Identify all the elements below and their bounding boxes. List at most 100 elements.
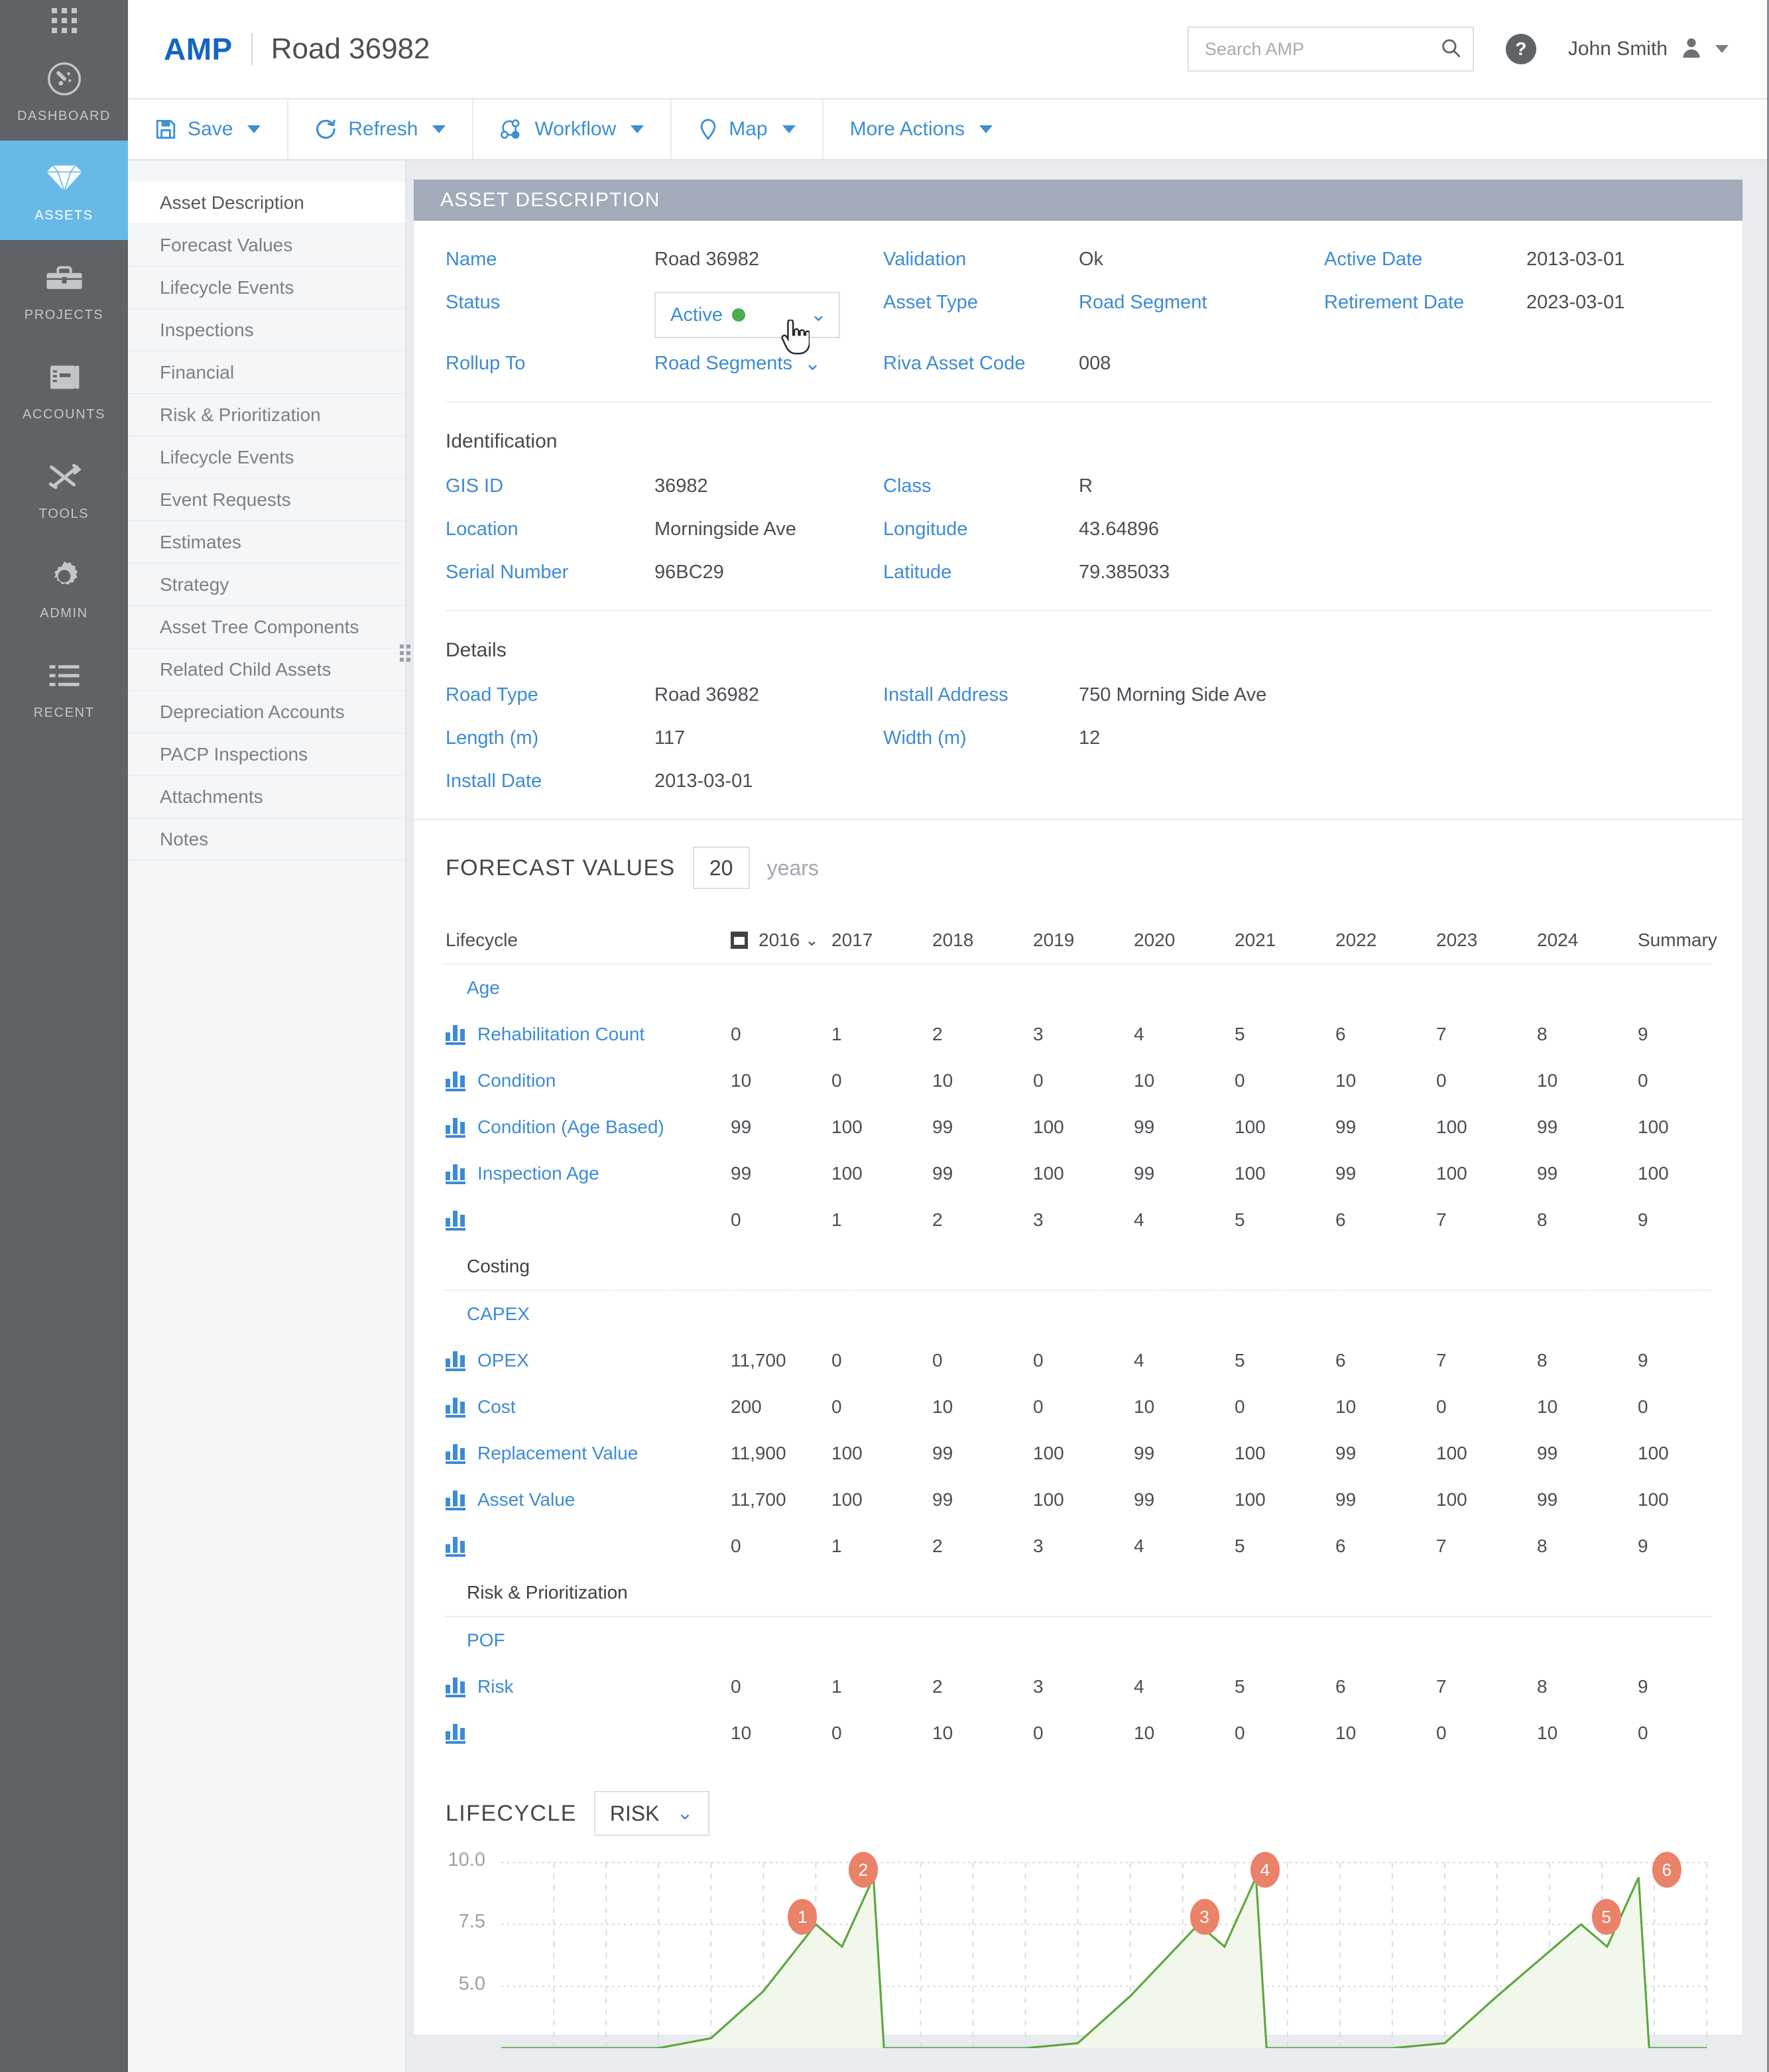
sidebar-item-attachments[interactable]: Attachments: [128, 776, 405, 818]
sidebar-item-assets[interactable]: ASSETS: [0, 141, 128, 240]
lifecycle-chart: 1 2 3 4 5 6 10.0 7.5 5.0: [414, 1836, 1742, 2048]
help-icon[interactable]: ?: [1505, 34, 1536, 64]
row-label[interactable]: Risk: [477, 1676, 513, 1697]
sidebar-item-dashboard[interactable]: DASHBOARD: [0, 41, 128, 141]
bar-chart-icon[interactable]: [446, 1117, 465, 1138]
chevron-down-icon[interactable]: ⌄: [810, 305, 827, 325]
bar-chart-icon[interactable]: [446, 1443, 465, 1464]
chevron-down-icon[interactable]: [432, 125, 446, 133]
table-cell: 6: [1335, 1350, 1346, 1371]
chevron-down-icon[interactable]: [782, 125, 796, 133]
asset-type-value[interactable]: Road Segment: [1079, 292, 1207, 314]
sidebar-item-forecast-values[interactable]: Forecast Values: [128, 224, 405, 267]
group-label: Costing: [467, 1256, 530, 1276]
asset-subnav-list: Asset Description Forecast Values Lifecycl…: [128, 160, 405, 861]
longitude-value: 43.64896: [1079, 518, 1159, 540]
table-cell: 5: [1235, 1536, 1245, 1556]
search-icon[interactable]: [1439, 36, 1462, 62]
search-box[interactable]: [1187, 27, 1474, 72]
sidebar-item-accounts[interactable]: ACCOUNTS: [0, 339, 128, 439]
chevron-down-icon[interactable]: ⌄: [676, 1803, 693, 1823]
details-title: Details: [446, 639, 507, 661]
chevron-down-icon[interactable]: ⌄: [805, 931, 818, 950]
save-label: Save: [188, 118, 233, 140]
forecast-header: FORECAST VALUES 20 years: [414, 820, 1742, 889]
more-actions-button[interactable]: More Actions: [823, 99, 1019, 159]
table-cell: 7: [1436, 1024, 1447, 1044]
table-cell: 3: [1033, 1024, 1044, 1044]
brand-logo[interactable]: AMP: [164, 31, 233, 67]
sidebar-item-projects[interactable]: PROJECTS: [0, 240, 128, 339]
sidebar-item-notes[interactable]: Notes: [128, 818, 405, 861]
chevron-down-icon[interactable]: [979, 125, 993, 133]
table-cell: 8: [1537, 1209, 1548, 1230]
table-cell-summary: 100: [1638, 1117, 1669, 1137]
row-label[interactable]: Cost: [477, 1396, 516, 1418]
sidebar-item-inspections[interactable]: Inspections: [128, 309, 405, 351]
sidebar-item-admin[interactable]: ADMIN: [0, 538, 128, 638]
panel-resize-handle[interactable]: [400, 644, 410, 662]
group-label[interactable]: Age: [446, 977, 500, 999]
table-cell: 200: [731, 1396, 762, 1417]
chevron-down-icon[interactable]: [1715, 45, 1729, 53]
row-label[interactable]: OPEX: [477, 1350, 529, 1371]
bar-chart-icon[interactable]: [446, 1489, 465, 1510]
sidebar-item-financial[interactable]: Financial: [128, 351, 405, 394]
sidebar-item-lifecycle-events[interactable]: Lifecycle Events: [128, 267, 405, 309]
bar-chart-icon[interactable]: [446, 1676, 465, 1697]
app-grid-icon[interactable]: [0, 0, 128, 41]
row-label[interactable]: Condition (Age Based): [477, 1117, 664, 1138]
sidebar-item-strategy[interactable]: Strategy: [128, 564, 405, 606]
sidebar-item-pacp-inspections[interactable]: PACP Inspections: [128, 733, 405, 776]
sidebar-item-recent[interactable]: RECENT: [0, 638, 128, 737]
lifecycle-metric-value: RISK: [609, 1801, 660, 1825]
table-cell: 100: [1033, 1489, 1064, 1510]
table-cell: 10: [932, 1396, 953, 1417]
lifecycle-area-chart[interactable]: [446, 1856, 1711, 2048]
search-input[interactable]: [1204, 38, 1439, 60]
bar-chart-icon[interactable]: [446, 1396, 465, 1418]
avatar: [1679, 36, 1703, 63]
status-select[interactable]: Active ⌄: [654, 292, 840, 338]
sidebar-item-depreciation-accounts[interactable]: Depreciation Accounts: [128, 691, 405, 733]
column-header-year[interactable]: 2016 ⌄: [731, 930, 831, 951]
bar-chart-icon[interactable]: [446, 1723, 465, 1744]
longitude-label: Longitude: [883, 518, 968, 540]
row-label[interactable]: Condition: [477, 1070, 556, 1091]
row-label[interactable]: Inspection Age: [477, 1163, 599, 1184]
bar-chart-icon[interactable]: [446, 1163, 465, 1184]
sidebar-item-estimates[interactable]: Estimates: [128, 521, 405, 564]
lifecycle-metric-select[interactable]: RISK ⌄: [593, 1791, 709, 1836]
refresh-button[interactable]: Refresh: [288, 99, 474, 159]
map-button[interactable]: Map: [672, 99, 823, 159]
group-label[interactable]: POF: [446, 1630, 505, 1651]
bar-chart-icon[interactable]: [446, 1209, 465, 1231]
bar-chart-icon[interactable]: [446, 1350, 465, 1371]
table-group-row: Costing: [446, 1243, 1711, 1290]
group-label[interactable]: CAPEX: [446, 1304, 530, 1325]
sidebar-item-risk-prioritization[interactable]: Risk & Prioritization: [128, 394, 405, 436]
field-row: Install Date 2013-03-01: [446, 770, 1711, 792]
chevron-down-icon[interactable]: [631, 125, 644, 133]
bar-chart-icon[interactable]: [446, 1070, 465, 1091]
table-cell: 0: [1033, 1396, 1044, 1417]
chevron-down-icon[interactable]: [247, 125, 261, 133]
field-row: Location Morningside Ave Longitude 43.64…: [446, 518, 1711, 540]
sidebar-item-related-child-assets[interactable]: Related Child Assets: [128, 648, 405, 691]
gis-id-label: GIS ID: [446, 475, 504, 497]
bar-chart-icon[interactable]: [446, 1536, 465, 1557]
forecast-years-input[interactable]: 20: [692, 847, 750, 889]
user-menu[interactable]: John Smith: [1568, 36, 1729, 63]
sidebar-item-asset-tree-components[interactable]: Asset Tree Components: [128, 606, 405, 648]
row-label[interactable]: Replacement Value: [477, 1443, 638, 1464]
sidebar-item-tools[interactable]: TOOLS: [0, 439, 128, 538]
row-label[interactable]: Asset Value: [477, 1489, 575, 1510]
table-cell-summary: 0: [1638, 1723, 1648, 1743]
row-label[interactable]: Rehabilitation Count: [477, 1024, 644, 1045]
workflow-button[interactable]: Workflow: [473, 99, 672, 159]
sidebar-item-lifecycle-events[interactable]: Lifecycle Events: [128, 436, 405, 479]
bar-chart-icon[interactable]: [446, 1024, 465, 1045]
sidebar-item-asset-description[interactable]: Asset Description: [128, 182, 405, 224]
sidebar-item-event-requests[interactable]: Event Requests: [128, 479, 405, 521]
save-button[interactable]: Save: [128, 99, 289, 159]
